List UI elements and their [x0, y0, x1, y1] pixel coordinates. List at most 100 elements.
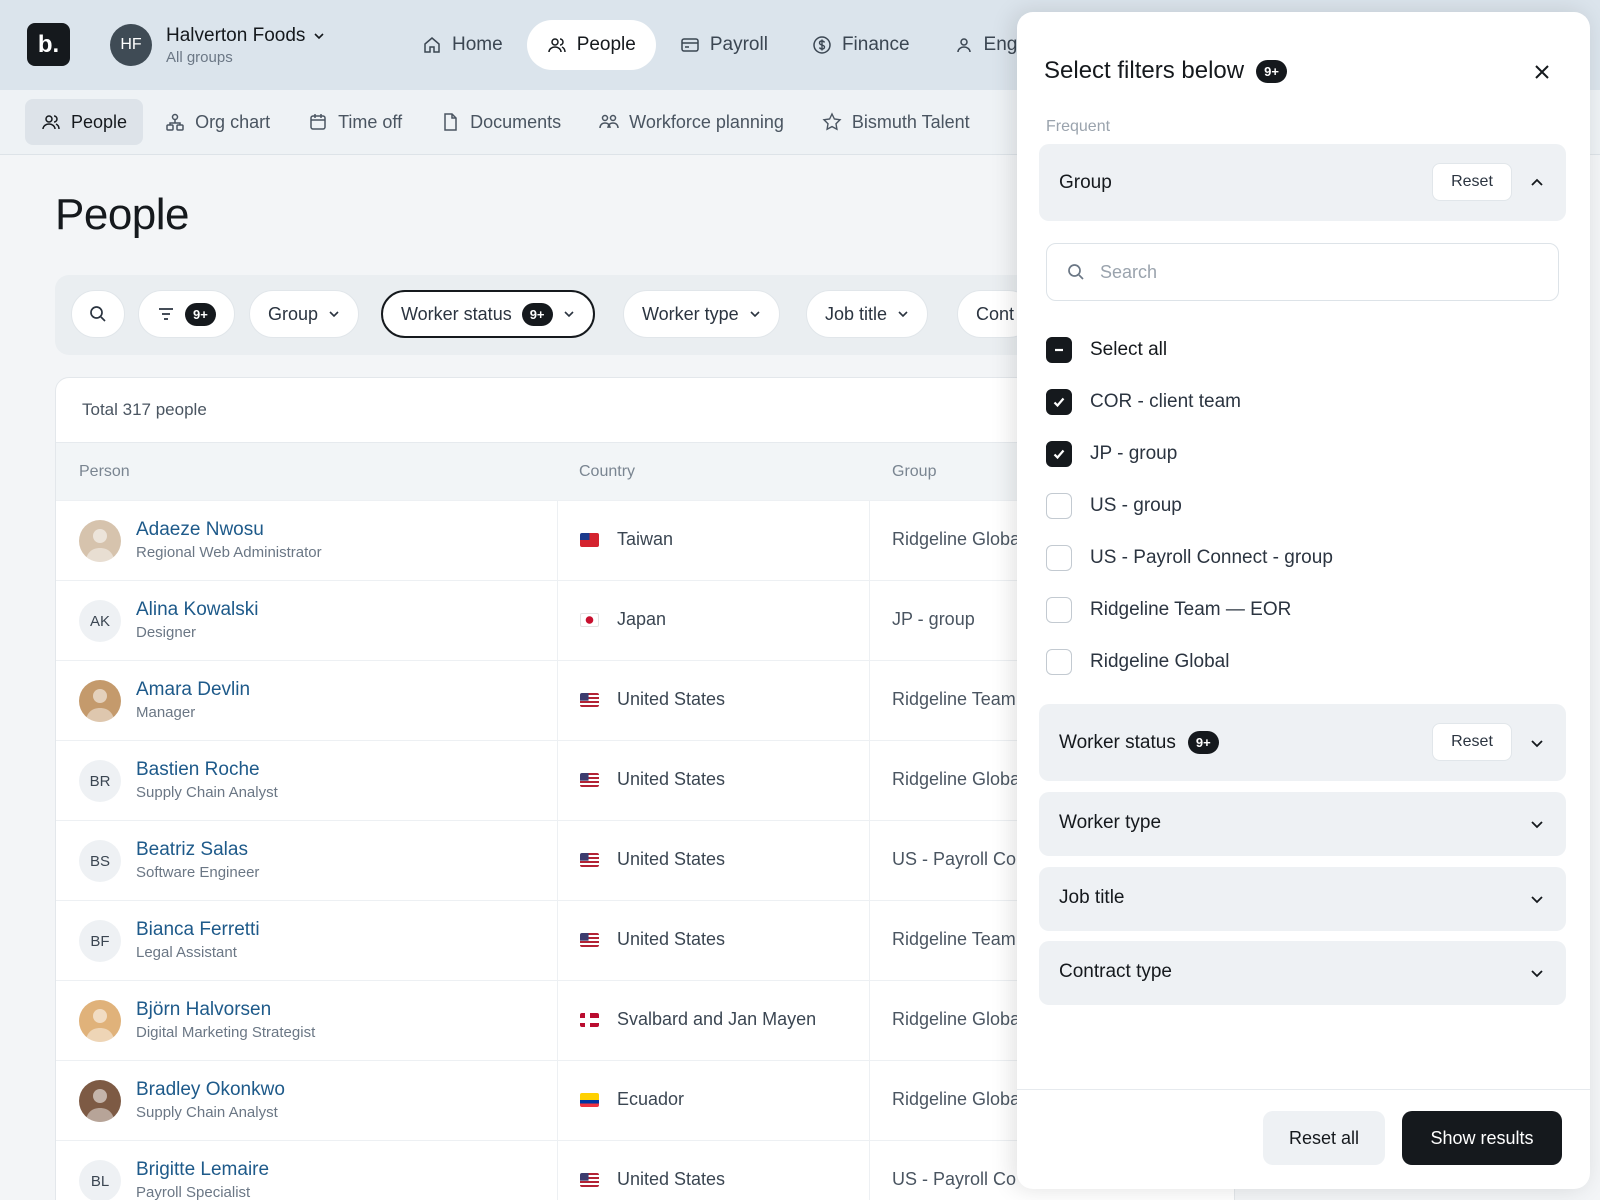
job-title-filter-chip[interactable]: Job title [806, 290, 929, 338]
chevron-down-icon[interactable] [1527, 733, 1547, 753]
column-divider [869, 1141, 870, 1200]
country-value: United States [617, 1169, 726, 1189]
chevron-down-icon[interactable] [1527, 963, 1547, 983]
worker-status-accordion-header[interactable]: Worker status 9+ Reset [1039, 704, 1566, 781]
worker-status-filter-chip[interactable]: Worker status 9+ [381, 290, 595, 338]
org-switcher[interactable]: HF Halverton Foods All groups [110, 24, 325, 66]
column-divider [869, 741, 870, 820]
search-button[interactable] [71, 290, 125, 338]
top-nav-home[interactable]: Home [402, 20, 523, 70]
top-nav-payroll[interactable]: Payroll [660, 20, 788, 70]
person-name-link[interactable]: Adaeze Nwosu [136, 519, 264, 541]
group-option[interactable]: JP - group [1046, 441, 1177, 467]
person-job-title: Supply Chain Analyst [136, 1104, 278, 1121]
chevron-down-icon[interactable] [1527, 814, 1547, 834]
person-name-link[interactable]: Alina Kowalski [136, 599, 259, 621]
checkbox-unchecked[interactable] [1046, 649, 1072, 675]
payroll-icon [681, 38, 699, 52]
checkbox-unchecked[interactable] [1046, 545, 1072, 571]
worker-type-filter-chip[interactable]: Worker type [623, 290, 780, 338]
avatar: AK [79, 600, 121, 642]
person-name-link[interactable]: Bradley Okonkwo [136, 1079, 285, 1101]
person-name-link[interactable]: Bastien Roche [136, 759, 260, 781]
search-icon [90, 306, 106, 322]
people-icon [42, 115, 60, 130]
all-filters-button[interactable]: 9+ [138, 290, 235, 338]
chip-label: Cont [976, 303, 1015, 324]
sub-nav-label: Org chart [195, 111, 271, 132]
us-flag-icon [580, 933, 599, 947]
top-nav: Home People Payroll Finance Enga [402, 20, 1048, 70]
worker-type-accordion-header[interactable]: Worker type [1039, 792, 1566, 856]
group-filter-chip[interactable]: Group [249, 290, 360, 338]
worker-status-badge: 9+ [521, 302, 553, 326]
page-title: People [55, 190, 190, 239]
checkbox-unchecked[interactable] [1046, 493, 1072, 519]
sub-nav-documents[interactable]: Documents [424, 99, 577, 145]
person-job-title: Manager [136, 704, 196, 721]
us-flag-icon [580, 773, 599, 787]
sub-nav-label: People [71, 111, 128, 132]
chevron-down-icon[interactable] [1527, 889, 1547, 909]
option-label: Select all [1090, 339, 1168, 360]
drawer-title-text: Select filters below [1044, 57, 1245, 84]
reset-all-button[interactable]: Reset all [1263, 1111, 1385, 1165]
top-nav-label: People [576, 34, 636, 55]
top-nav-people[interactable]: People [526, 20, 656, 70]
person-name-link[interactable]: Bianca Ferretti [136, 919, 260, 941]
sub-nav-time-off[interactable]: Time off [292, 99, 418, 145]
group-option[interactable]: US - Payroll Connect - group [1046, 545, 1333, 571]
app-logo[interactable]: b. [27, 23, 70, 66]
group-search-input[interactable]: Search [1046, 243, 1559, 301]
sub-nav-bismuth-talent[interactable]: Bismuth Talent [806, 99, 986, 145]
person-job-title: Payroll Specialist [136, 1184, 251, 1200]
checkbox-checked[interactable] [1046, 441, 1072, 467]
group-option[interactable]: Ridgeline Team — EOR [1046, 597, 1291, 623]
country-value: United States [617, 929, 726, 949]
sub-nav-org-chart[interactable]: Org chart [149, 99, 286, 145]
group-option[interactable]: US - group [1046, 493, 1182, 519]
option-label: COR - client team [1090, 391, 1241, 412]
column-header-group[interactable]: Group [892, 463, 936, 481]
option-label: US - Payroll Connect - group [1090, 547, 1333, 568]
checkbox-checked[interactable] [1046, 389, 1072, 415]
person-name-link[interactable]: Brigitte Lemaire [136, 1159, 269, 1181]
column-header-person[interactable]: Person [79, 463, 130, 481]
group-option[interactable]: COR - client team [1046, 389, 1241, 415]
sub-nav-people[interactable]: People [25, 99, 144, 145]
group-value: Ridgeline Globa [892, 529, 1021, 549]
group-accordion-header[interactable]: Group Reset [1039, 144, 1566, 221]
avatar: BF [79, 920, 121, 962]
person-job-title: Software Engineer [136, 864, 260, 881]
person-icon [956, 38, 971, 53]
job-title-accordion-header[interactable]: Job title [1039, 867, 1566, 931]
accordion-label: Job title [1059, 887, 1125, 908]
group-option[interactable]: Ridgeline Global [1046, 649, 1229, 675]
column-divider [557, 581, 558, 660]
checkbox-unchecked[interactable] [1046, 597, 1072, 623]
close-icon [1535, 65, 1549, 79]
accordion-label: Worker status 9+ [1059, 731, 1219, 754]
sub-nav-workforce-planning[interactable]: Workforce planning [583, 99, 800, 145]
show-results-button[interactable]: Show results [1402, 1111, 1562, 1165]
filter-icon [159, 308, 173, 320]
total-count: Total 317 people [82, 400, 207, 419]
top-nav-finance[interactable]: Finance [792, 20, 930, 70]
avatar [79, 520, 121, 562]
chevron-down-icon [750, 311, 760, 318]
top-nav-label: Finance [841, 34, 910, 55]
close-button[interactable] [1530, 60, 1554, 84]
checkbox-indeterminate[interactable] [1046, 337, 1072, 363]
filter-bar: 9+ Group Worker status 9+ Worker type Jo… [55, 275, 1055, 355]
group-reset-button[interactable]: Reset [1432, 163, 1512, 201]
group-value: Ridgeline Globa [892, 1009, 1021, 1029]
chevron-up-icon[interactable] [1527, 173, 1547, 193]
column-header-country[interactable]: Country [579, 463, 635, 481]
select-all-checkbox[interactable]: Select all [1046, 337, 1167, 363]
person-name-link[interactable]: Beatriz Salas [136, 839, 248, 861]
person-name-link[interactable]: Amara Devlin [136, 679, 250, 701]
calendar-icon [310, 114, 326, 130]
worker-status-reset-button[interactable]: Reset [1432, 723, 1512, 761]
contract-type-accordion-header[interactable]: Contract type [1039, 941, 1566, 1005]
person-name-link[interactable]: Björn Halvorsen [136, 999, 271, 1021]
